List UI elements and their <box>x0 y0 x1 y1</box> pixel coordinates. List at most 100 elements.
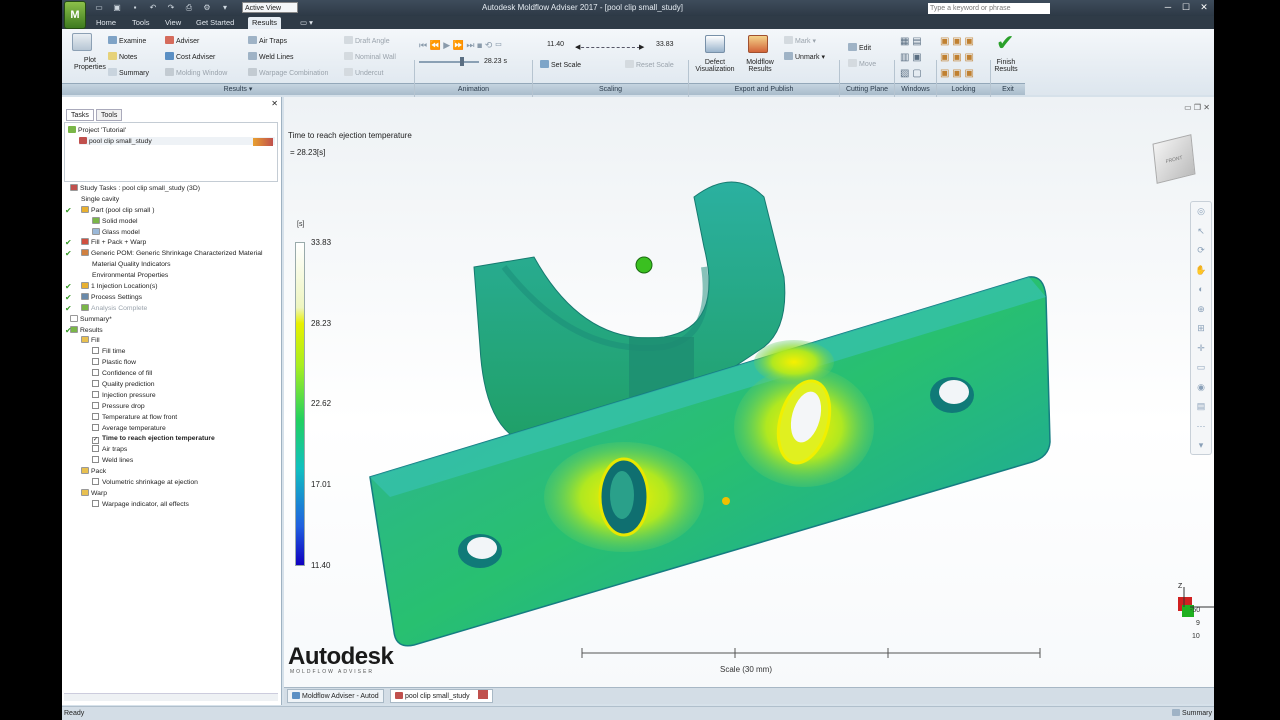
tree-item[interactable]: Plastic flow <box>64 358 280 369</box>
undercut-button[interactable]: Undercut <box>344 68 383 77</box>
plot-properties-button[interactable]: Plot Properties <box>74 57 106 71</box>
save-icon[interactable]: ▪ <box>128 2 142 13</box>
tree-item[interactable]: Average temperature <box>64 423 280 435</box>
tree-item[interactable]: Warp <box>64 488 280 500</box>
weld-lines-button[interactable]: Weld Lines <box>248 52 294 61</box>
tree-item[interactable]: Weld lines <box>64 456 280 467</box>
warpage-combination-button[interactable]: Warpage Combination <box>248 68 328 77</box>
nominal-wall-button[interactable]: Nominal Wall <box>344 52 396 61</box>
ribbon-options-icon[interactable]: ▭ ▾ <box>296 17 317 29</box>
status-summary[interactable]: Summary <box>1172 707 1212 720</box>
tree-item[interactable]: ✔ 1 Injection Location(s) <box>64 282 280 293</box>
doc-tab-home[interactable]: Moldflow Adviser - Autod <box>287 689 384 703</box>
examine-button[interactable]: Examine <box>108 36 146 45</box>
result-checkbox[interactable] <box>92 358 99 366</box>
scale-max-value[interactable]: 33.83 <box>656 41 674 48</box>
tree-item[interactable]: Pressure drop <box>64 401 280 413</box>
new-icon[interactable]: ▭ <box>92 2 106 13</box>
set-scale-button[interactable]: Set Scale <box>540 60 581 69</box>
tree-item[interactable]: Fill <box>64 336 280 347</box>
draft-angle-button[interactable]: Draft Angle <box>344 36 390 45</box>
window-layout-buttons[interactable]: ▦ ▤ ▥ ▣ ▧ ▢ <box>900 34 922 82</box>
tree-item[interactable]: Warpage indicator, all effects <box>64 499 280 511</box>
redo-icon[interactable]: ↷ <box>164 2 178 13</box>
pan-icon[interactable]: ✋ <box>1191 261 1211 281</box>
mark-button[interactable]: Mark ▾ <box>784 36 816 45</box>
tree-item[interactable]: Volumetric shrinkage at ejection <box>64 478 280 489</box>
cost-adviser-button[interactable]: Cost Adviser <box>165 52 215 61</box>
result-checkbox[interactable] <box>92 499 99 507</box>
fit-icon[interactable]: ▭ <box>1191 358 1211 378</box>
result-checkbox[interactable] <box>92 456 99 464</box>
result-checkbox[interactable] <box>92 412 99 420</box>
dropdown-icon[interactable]: ▾ <box>218 2 232 13</box>
tab-home[interactable]: Home <box>92 17 120 29</box>
notes-button[interactable]: Notes <box>108 52 137 61</box>
print-icon[interactable]: ⎙ <box>182 2 196 13</box>
minimize-button[interactable]: ─ <box>1160 1 1176 13</box>
maximize-button[interactable]: ☐ <box>1178 1 1194 13</box>
result-checkbox[interactable] <box>92 478 99 486</box>
tree-item[interactable]: Fill time <box>64 347 280 358</box>
tab-tasks[interactable]: Tasks <box>66 109 94 121</box>
air-traps-button[interactable]: Air Traps <box>248 36 287 45</box>
finish-results-button[interactable]: Finish Results <box>992 59 1020 73</box>
tree-item[interactable]: ✔ Results <box>64 325 280 337</box>
panel-title-results[interactable]: Results ▾ <box>62 83 414 95</box>
edit-button[interactable]: Edit <box>848 43 871 52</box>
tree-item[interactable]: Pack <box>64 467 280 478</box>
animation-slider-thumb[interactable] <box>460 57 464 66</box>
study-node[interactable]: pool clip small_study <box>79 137 275 146</box>
result-checkbox[interactable] <box>92 380 99 388</box>
tree-item[interactable]: ✔ Generic POM: Generic Shrinkage Characte… <box>64 249 280 260</box>
scale-min-handle[interactable]: ◀ <box>575 43 580 51</box>
result-checkbox[interactable] <box>92 445 99 453</box>
defect-visualization-button[interactable]: Defect Visualization <box>692 59 738 73</box>
center-icon[interactable]: ✛ <box>1191 339 1211 359</box>
tab-tools[interactable]: Tools <box>128 17 154 29</box>
pane-close-icon[interactable]: ✕ <box>271 99 278 108</box>
tree-item[interactable]: Quality prediction <box>64 380 280 391</box>
tree-item[interactable]: ✔ Part (pool clip small ) <box>64 205 280 217</box>
result-checkbox[interactable] <box>92 369 99 377</box>
locking-buttons[interactable]: ▣ ▣ ▣ ▣ ▣ ▣ ▣ ▣ ▣ <box>940 34 974 82</box>
open-icon[interactable]: ▣ <box>110 2 124 13</box>
tree-item[interactable]: Solid model <box>64 216 280 228</box>
animation-slider-track[interactable] <box>419 61 479 63</box>
settings-icon[interactable]: ⋯ <box>1191 417 1211 437</box>
tree-item[interactable]: Injection pressure <box>64 390 280 402</box>
project-node[interactable]: Project 'Tutorial' <box>68 126 126 134</box>
reset-scale-button[interactable]: Reset Scale <box>625 60 674 69</box>
result-checkbox[interactable] <box>92 423 99 431</box>
result-checkbox[interactable]: ✓ <box>92 437 99 445</box>
scale-max-handle[interactable]: ▶ <box>639 43 644 51</box>
look-icon[interactable]: ◐ <box>1191 280 1211 300</box>
more-icon[interactable]: ▾ <box>1191 436 1211 456</box>
move-button[interactable]: Move <box>848 59 876 68</box>
app-logo-button[interactable]: M <box>64 1 86 29</box>
tab-tools-pane[interactable]: Tools <box>96 109 123 121</box>
walk-icon[interactable]: ◉ <box>1191 378 1211 398</box>
tree-item[interactable]: Confidence of fill <box>64 369 280 380</box>
injection-location-icon[interactable] <box>635 256 653 274</box>
scale-min-value[interactable]: 11.40 <box>547 41 564 48</box>
doc-tab-study[interactable]: pool clip small_study <box>390 689 493 703</box>
moldflow-results-button[interactable]: Moldflow Results <box>742 59 778 73</box>
result-checkbox[interactable] <box>92 347 99 355</box>
active-view-dropdown[interactable]: Active View <box>242 2 298 13</box>
model-viewport[interactable]: Time to reach ejection temperature = 28.… <box>284 97 1214 687</box>
tree-item[interactable]: Temperature at flow front <box>64 412 280 424</box>
tree-item[interactable]: Single cavity <box>64 195 280 206</box>
orbit-icon[interactable]: ⟳ <box>1191 241 1211 261</box>
tree-item[interactable]: Study Tasks : pool clip small_study (3D) <box>64 184 280 195</box>
tree-item[interactable]: Glass model <box>64 227 280 239</box>
tab-results[interactable]: Results <box>248 17 282 29</box>
part-render[interactable] <box>284 97 1214 687</box>
tab-view[interactable]: View <box>161 17 185 29</box>
tree-item[interactable]: ✔ Analysis Complete <box>64 303 280 315</box>
search-input[interactable]: Type a keyword or phrase <box>928 3 1050 14</box>
tree-item[interactable]: Material Quality Indicators <box>64 260 280 271</box>
tree-item[interactable]: Air traps <box>64 445 280 456</box>
unmark-button[interactable]: Unmark ▾ <box>784 52 825 61</box>
adviser-button[interactable]: Adviser <box>165 36 199 45</box>
